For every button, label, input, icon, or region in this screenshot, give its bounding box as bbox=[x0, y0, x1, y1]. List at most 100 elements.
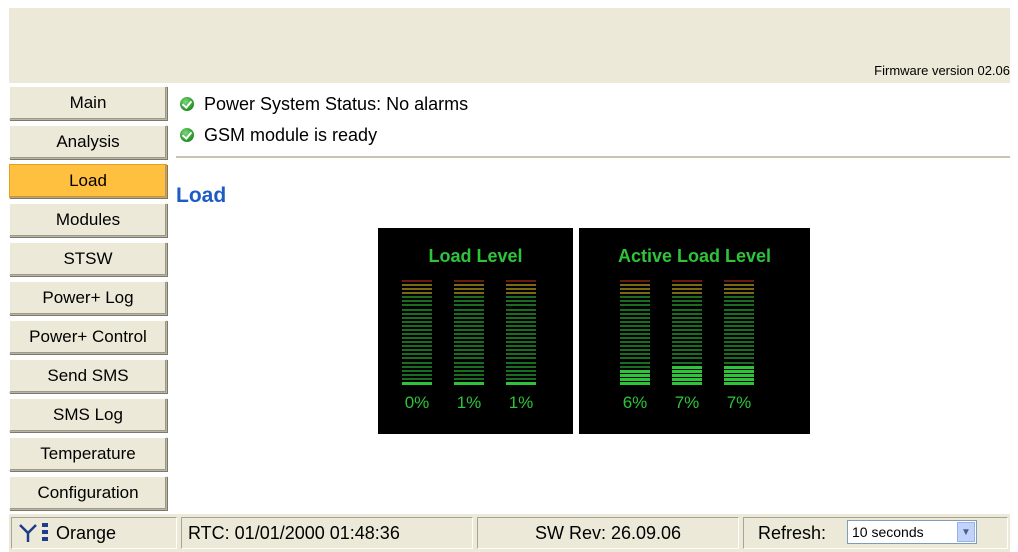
meter-segment bbox=[672, 373, 702, 377]
meter-segment bbox=[454, 324, 484, 327]
meter-segment bbox=[506, 316, 536, 319]
gsm-status-line: GSM module is ready bbox=[176, 122, 377, 148]
rtc-text: RTC: 01/01/2000 01:48:36 bbox=[188, 522, 400, 543]
nav-analysis[interactable]: Analysis bbox=[9, 125, 167, 159]
meter-segment bbox=[506, 284, 536, 287]
meter-segment bbox=[620, 349, 650, 352]
meter-segment bbox=[724, 353, 754, 356]
meter-segment bbox=[672, 308, 702, 311]
gsm-status-text: GSM module is ready bbox=[204, 124, 378, 145]
refresh-value: 10 seconds bbox=[852, 524, 924, 540]
nav-sms-log[interactable]: SMS Log bbox=[9, 398, 167, 432]
meter-segment bbox=[724, 345, 754, 348]
nav-main[interactable]: Main bbox=[9, 86, 167, 120]
meter-segment bbox=[402, 349, 432, 352]
meter-segment bbox=[506, 300, 536, 303]
meter-segment bbox=[672, 320, 702, 323]
meter-segment bbox=[724, 280, 754, 282]
meter-segment bbox=[506, 373, 536, 376]
meter-segment bbox=[454, 312, 484, 315]
meter-segment bbox=[506, 333, 536, 335]
meter-segment bbox=[402, 345, 432, 348]
meter-value: 7% bbox=[674, 393, 700, 412]
main-content: Power System Status: No alarms GSM modul… bbox=[176, 86, 1010, 511]
nav-modules[interactable]: Modules bbox=[9, 203, 167, 237]
meter-segment bbox=[454, 373, 484, 376]
meter-segment bbox=[454, 357, 484, 360]
meter-segment bbox=[506, 337, 536, 340]
meter-segment bbox=[724, 341, 754, 344]
header-bar: Firmware version 02.06 bbox=[9, 8, 1010, 83]
meter-segment bbox=[402, 324, 432, 327]
meter-segment bbox=[724, 365, 754, 369]
meter-segment bbox=[454, 337, 484, 340]
meter-value: 7% bbox=[726, 393, 752, 412]
meter-segment bbox=[724, 288, 754, 291]
meter-segment bbox=[454, 377, 484, 380]
nav-send-sms[interactable]: Send SMS bbox=[9, 359, 167, 393]
meter-segment bbox=[402, 316, 432, 319]
active-load-level-panel: Active Load Level 6% 7% 7% bbox=[579, 228, 810, 434]
nav-load[interactable]: Load bbox=[9, 164, 167, 198]
meter-segment bbox=[506, 361, 536, 364]
firmware-version: Firmware version 02.06 bbox=[874, 63, 1010, 78]
meter-segment bbox=[454, 369, 484, 372]
meter-segment bbox=[724, 308, 754, 311]
refresh-select[interactable]: 10 seconds ▼ bbox=[847, 520, 977, 544]
meter-segment bbox=[724, 300, 754, 303]
meter-segment bbox=[620, 373, 650, 377]
rtc-cell: RTC: 01/01/2000 01:48:36 bbox=[181, 517, 473, 549]
meter-segment bbox=[454, 345, 484, 348]
nav-temperature[interactable]: Temperature bbox=[9, 437, 167, 471]
meter-segment bbox=[402, 333, 432, 335]
meter-segment bbox=[724, 328, 754, 331]
meter-segment bbox=[454, 288, 484, 291]
meter-segment bbox=[506, 353, 536, 356]
nav-configuration[interactable]: Configuration bbox=[9, 476, 167, 510]
meter-segment bbox=[506, 357, 536, 360]
sw-rev-cell: SW Rev: 26.09.06 bbox=[477, 517, 739, 549]
meter-segment bbox=[620, 341, 650, 344]
meter-segment bbox=[454, 353, 484, 356]
meter-segment bbox=[724, 377, 754, 381]
meter-segment bbox=[672, 324, 702, 327]
meter-segment bbox=[620, 381, 650, 385]
meter-segment bbox=[454, 304, 484, 307]
meter-segment bbox=[506, 308, 536, 311]
meter-segment bbox=[672, 369, 702, 373]
meter-segment bbox=[402, 373, 432, 376]
meter-segment bbox=[620, 357, 650, 360]
meter-segment bbox=[620, 328, 650, 331]
meter-segment bbox=[402, 288, 432, 291]
meter-segment bbox=[724, 292, 754, 295]
meter-segment bbox=[724, 284, 754, 287]
chevron-down-icon[interactable]: ▼ bbox=[957, 522, 975, 542]
sidebar: Main Analysis Load Modules STSW Power+ L… bbox=[9, 86, 167, 515]
meter-segment bbox=[724, 324, 754, 327]
meter-segment bbox=[672, 377, 702, 381]
meter-segment bbox=[672, 341, 702, 344]
meter-value: 1% bbox=[456, 393, 482, 412]
nav-stsw[interactable]: STSW bbox=[9, 242, 167, 276]
meter-segment bbox=[402, 312, 432, 315]
meter-segment bbox=[402, 337, 432, 340]
meter-bar bbox=[724, 280, 754, 386]
meter-segment bbox=[620, 377, 650, 381]
meter-segment bbox=[620, 296, 650, 299]
meter-segment bbox=[506, 304, 536, 307]
nav-power-control[interactable]: Power+ Control bbox=[9, 320, 167, 354]
meter-segment bbox=[402, 361, 432, 364]
meter-segment bbox=[454, 316, 484, 319]
meter-segment bbox=[724, 304, 754, 307]
meter-segment bbox=[672, 333, 702, 335]
meter-segment bbox=[620, 369, 650, 373]
meter-segment bbox=[506, 288, 536, 291]
meter-segment bbox=[402, 292, 432, 295]
meter-segment bbox=[620, 292, 650, 295]
meter-segment bbox=[672, 312, 702, 315]
nav-power-log[interactable]: Power+ Log bbox=[9, 281, 167, 315]
meter-segment bbox=[672, 353, 702, 356]
meter-segment bbox=[402, 328, 432, 331]
meter-segment bbox=[454, 333, 484, 335]
operator-name: Orange bbox=[56, 522, 117, 543]
